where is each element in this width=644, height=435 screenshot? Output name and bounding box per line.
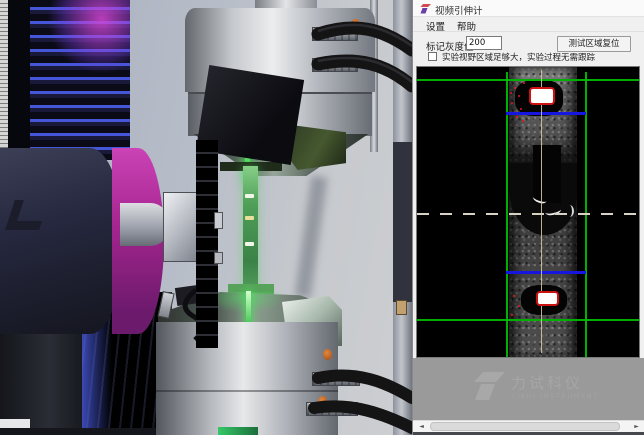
specular-highlight [565,205,574,217]
watermark-en: LISHI INSTRUMENT [512,392,599,400]
no-tracking-checkbox[interactable] [428,52,437,61]
watermark: 力试科仪 LISHI INSTRUMENT [471,370,639,410]
red-speckle [510,92,512,94]
camera-rail [196,140,218,348]
no-tracking-checkbox-label: 实验视野区域足够大，实验过程无需跟踪 [442,51,595,63]
red-speckle [523,82,525,84]
horizontal-scrollbar[interactable]: ◄ ► [413,420,644,432]
camera-viewport[interactable] [416,66,640,358]
menu-bar: 设置 帮助 [413,17,644,32]
red-speckle [520,108,522,110]
red-speckle [513,295,515,297]
gauge-line-bottom [417,319,640,321]
red-speckle [511,314,513,316]
roi-line-upper [506,112,586,115]
red-speckle [511,102,513,104]
scroll-left-arrow[interactable]: ◄ [415,421,428,432]
roi-line-lower [506,271,586,274]
lishi-logo-icon [473,370,507,402]
red-speckle [514,87,516,89]
tracking-marker-upper [529,87,555,105]
red-speckle [518,95,520,97]
scrollbar-thumb[interactable] [430,422,620,431]
machine-photo [0,0,412,435]
menu-help[interactable]: 帮助 [457,19,476,33]
red-speckle [516,116,518,118]
reset-test-region-button[interactable]: 测试区域复位 [557,36,631,52]
center-vertical-line [541,70,542,353]
red-speckle [522,120,524,122]
title-bar: 视频引伸计 [413,0,644,17]
watermark-cn: 力试科仪 [511,372,583,393]
scroll-right-arrow[interactable]: ► [630,421,643,432]
rail-clip [214,252,223,264]
gauge-line-top [417,79,640,81]
rail-clip [214,212,223,229]
app-logo-icon [420,3,432,15]
tracking-marker-lower [536,291,559,306]
center-dashed-crosshair [417,213,640,215]
window-title: 视频引伸计 [435,3,483,17]
menu-settings[interactable]: 设置 [426,19,445,33]
video-extensometer-camera [0,148,124,334]
red-speckle [518,305,520,307]
screenshot-root: 视频引伸计 设置 帮助 标记灰度值: 测试区域复位 实验视野区域足够大，实验过程… [0,0,644,435]
gray-value-input[interactable] [466,36,502,50]
extensometer-app-window: 视频引伸计 设置 帮助 标记灰度值: 测试区域复位 实验视野区域足够大，实验过程… [412,0,644,435]
status-area: 力试科仪 LISHI INSTRUMENT [413,358,644,420]
